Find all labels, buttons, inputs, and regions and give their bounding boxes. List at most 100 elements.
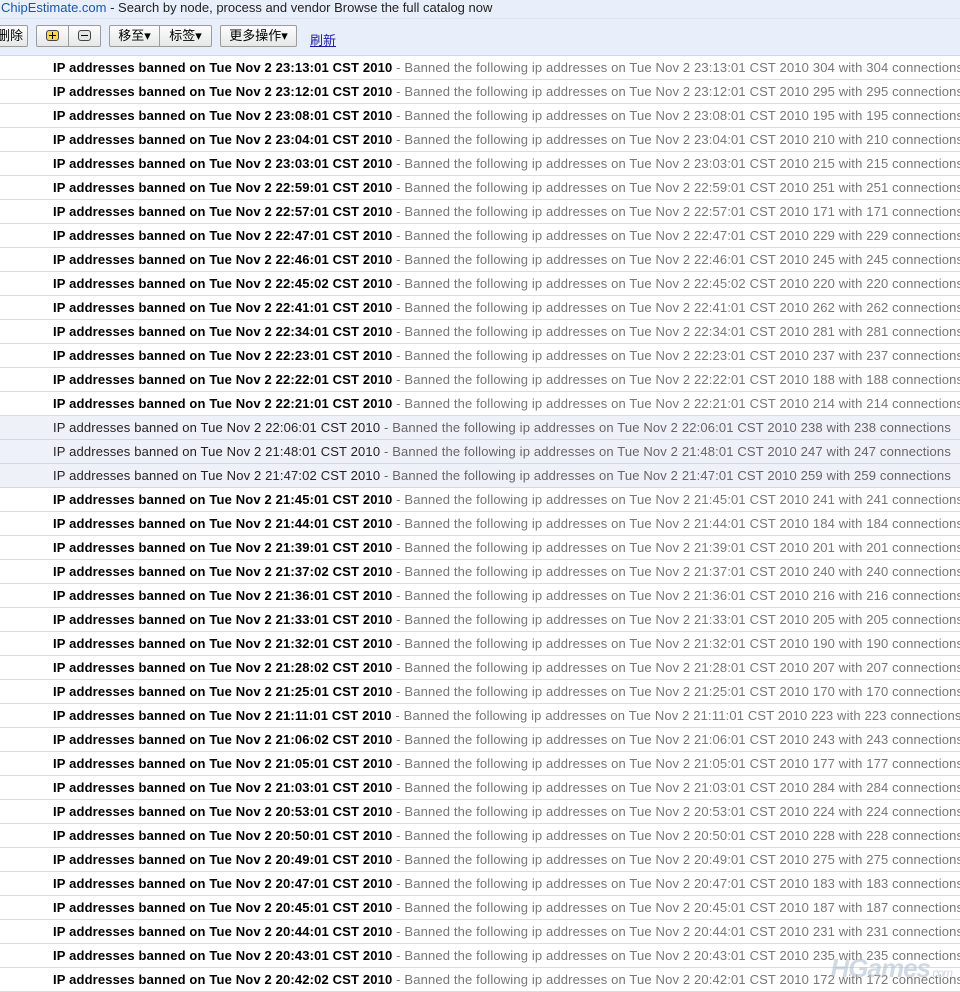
email-row[interactable]: IP addresses banned on Tue Nov 2 20:47:0… [0, 872, 960, 896]
email-subject: IP addresses banned on Tue Nov 2 21:37:0… [53, 564, 393, 579]
email-snippet: - Banned the following ip addresses on T… [392, 684, 960, 699]
email-row[interactable]: IP addresses banned on Tue Nov 2 21:45:0… [0, 488, 960, 512]
email-row[interactable]: IP addresses banned on Tue Nov 2 20:44:0… [0, 920, 960, 944]
email-snippet: - Banned the following ip addresses on T… [380, 468, 951, 483]
email-row[interactable]: IP addresses banned on Tue Nov 2 22:59:0… [0, 176, 960, 200]
email-row[interactable]: IP addresses banned on Tue Nov 2 21:44:0… [0, 512, 960, 536]
email-row[interactable]: IP addresses banned on Tue Nov 2 21:37:0… [0, 560, 960, 584]
email-row[interactable]: IP addresses banned on Tue Nov 2 21:33:0… [0, 608, 960, 632]
email-subject: IP addresses banned on Tue Nov 2 20:49:0… [53, 852, 393, 867]
email-subject: IP addresses banned on Tue Nov 2 22:45:0… [53, 276, 393, 291]
add-star-button[interactable] [36, 25, 69, 47]
email-snippet: - Banned the following ip addresses on T… [392, 180, 960, 195]
email-snippet: - Banned the following ip addresses on T… [392, 492, 960, 507]
email-subject: IP addresses banned on Tue Nov 2 21:32:0… [53, 636, 393, 651]
email-row[interactable]: IP addresses banned on Tue Nov 2 22:46:0… [0, 248, 960, 272]
email-row[interactable]: IP addresses banned on Tue Nov 2 22:41:0… [0, 296, 960, 320]
ad-link[interactable]: ChipEstimate.com [0, 0, 106, 15]
email-row[interactable]: IP addresses banned on Tue Nov 2 22:06:0… [0, 416, 960, 440]
email-snippet: - Banned the following ip addresses on T… [392, 756, 960, 771]
email-subject: IP addresses banned on Tue Nov 2 20:44:0… [53, 924, 393, 939]
email-row[interactable]: IP addresses banned on Tue Nov 2 22:23:0… [0, 344, 960, 368]
email-subject: IP addresses banned on Tue Nov 2 22:59:0… [53, 180, 393, 195]
refresh-link[interactable]: 刷新 [310, 30, 336, 49]
email-snippet: - Banned the following ip addresses on T… [392, 924, 960, 939]
email-row[interactable]: IP addresses banned on Tue Nov 2 22:45:0… [0, 272, 960, 296]
email-subject: IP addresses banned on Tue Nov 2 21:45:0… [53, 492, 393, 507]
email-snippet: - Banned the following ip addresses on T… [392, 900, 960, 915]
email-row[interactable]: IP addresses banned on Tue Nov 2 22:22:0… [0, 368, 960, 392]
add-icon [46, 30, 59, 41]
email-list: IP addresses banned on Tue Nov 2 23:13:0… [0, 56, 960, 992]
email-subject: IP addresses banned on Tue Nov 2 23:13:0… [53, 60, 393, 75]
email-row[interactable]: IP addresses banned on Tue Nov 2 20:49:0… [0, 848, 960, 872]
email-row[interactable]: IP addresses banned on Tue Nov 2 23:08:0… [0, 104, 960, 128]
email-subject: IP addresses banned on Tue Nov 2 22:47:0… [53, 228, 393, 243]
email-row[interactable]: IP addresses banned on Tue Nov 2 23:12:0… [0, 80, 960, 104]
email-row[interactable]: IP addresses banned on Tue Nov 2 20:45:0… [0, 896, 960, 920]
email-subject: IP addresses banned on Tue Nov 2 22:34:0… [53, 324, 393, 339]
email-snippet: - Banned the following ip addresses on T… [392, 660, 960, 675]
email-subject: IP addresses banned on Tue Nov 2 22:06:0… [53, 420, 381, 435]
email-row[interactable]: IP addresses banned on Tue Nov 2 23:04:0… [0, 128, 960, 152]
email-subject: IP addresses banned on Tue Nov 2 21:03:0… [53, 780, 393, 795]
email-row[interactable]: IP addresses banned on Tue Nov 2 21:28:0… [0, 656, 960, 680]
email-snippet: - Banned the following ip addresses on T… [392, 108, 960, 123]
sponsored-link-bar[interactable]: ChipEstimate.com - Search by node, proce… [0, 0, 960, 19]
email-row[interactable]: IP addresses banned on Tue Nov 2 21:06:0… [0, 728, 960, 752]
email-snippet: - Banned the following ip addresses on T… [392, 60, 960, 75]
email-snippet: - Banned the following ip addresses on T… [392, 828, 960, 843]
email-subject: IP addresses banned on Tue Nov 2 21:06:0… [53, 732, 393, 747]
move-to-button[interactable]: 移至▾ [109, 25, 160, 47]
email-subject: IP addresses banned on Tue Nov 2 21:25:0… [53, 684, 393, 699]
email-row[interactable]: IP addresses banned on Tue Nov 2 21:03:0… [0, 776, 960, 800]
email-row[interactable]: IP addresses banned on Tue Nov 2 20:50:0… [0, 824, 960, 848]
email-snippet: - Banned the following ip addresses on T… [392, 636, 960, 651]
email-row[interactable]: IP addresses banned on Tue Nov 2 21:25:0… [0, 680, 960, 704]
remove-icon [78, 30, 91, 41]
more-actions-button[interactable]: 更多操作▾ [220, 25, 297, 47]
email-row[interactable]: IP addresses banned on Tue Nov 2 22:57:0… [0, 200, 960, 224]
email-row[interactable]: IP addresses banned on Tue Nov 2 21:11:0… [0, 704, 960, 728]
email-row[interactable]: IP addresses banned on Tue Nov 2 23:13:0… [0, 56, 960, 80]
email-snippet: - Banned the following ip addresses on T… [392, 804, 960, 819]
email-snippet: - Banned the following ip addresses on T… [392, 564, 960, 579]
email-snippet: - Banned the following ip addresses on T… [392, 372, 960, 387]
email-row[interactable]: IP addresses banned on Tue Nov 2 22:47:0… [0, 224, 960, 248]
email-subject: IP addresses banned on Tue Nov 2 22:41:0… [53, 300, 393, 315]
email-row[interactable]: IP addresses banned on Tue Nov 2 21:32:0… [0, 632, 960, 656]
email-snippet: - Banned the following ip addresses on T… [392, 228, 960, 243]
toolbar: 删除 移至▾ 标签▾ 更多操作▾ 刷新 [0, 19, 960, 56]
email-row[interactable]: IP addresses banned on Tue Nov 2 22:21:0… [0, 392, 960, 416]
email-snippet: - Banned the following ip addresses on T… [392, 348, 960, 363]
email-snippet: - Banned the following ip addresses on T… [392, 612, 960, 627]
delete-button[interactable]: 删除 [0, 25, 28, 47]
email-row[interactable]: IP addresses banned on Tue Nov 2 20:43:0… [0, 944, 960, 968]
email-snippet: - Banned the following ip addresses on T… [392, 732, 960, 747]
email-snippet: - Banned the following ip addresses on T… [392, 876, 960, 891]
email-subject: IP addresses banned on Tue Nov 2 22:22:0… [53, 372, 393, 387]
email-snippet: - Banned the following ip addresses on T… [392, 540, 960, 555]
email-row[interactable]: IP addresses banned on Tue Nov 2 22:34:0… [0, 320, 960, 344]
email-snippet: - Banned the following ip addresses on T… [392, 252, 960, 267]
email-snippet: - Banned the following ip addresses on T… [380, 444, 951, 459]
email-subject: IP addresses banned on Tue Nov 2 21:44:0… [53, 516, 393, 531]
email-snippet: - Banned the following ip addresses on T… [392, 852, 960, 867]
email-subject: IP addresses banned on Tue Nov 2 22:21:0… [53, 396, 393, 411]
email-row[interactable]: IP addresses banned on Tue Nov 2 20:53:0… [0, 800, 960, 824]
remove-button[interactable] [68, 25, 101, 47]
email-subject: IP addresses banned on Tue Nov 2 22:46:0… [53, 252, 393, 267]
email-row[interactable]: IP addresses banned on Tue Nov 2 21:47:0… [0, 464, 960, 488]
email-subject: IP addresses banned on Tue Nov 2 21:48:0… [53, 444, 381, 459]
email-subject: IP addresses banned on Tue Nov 2 22:57:0… [53, 204, 393, 219]
email-row[interactable]: IP addresses banned on Tue Nov 2 21:48:0… [0, 440, 960, 464]
email-row[interactable]: IP addresses banned on Tue Nov 2 21:36:0… [0, 584, 960, 608]
email-row[interactable]: IP addresses banned on Tue Nov 2 20:42:0… [0, 968, 960, 992]
email-row[interactable]: IP addresses banned on Tue Nov 2 21:39:0… [0, 536, 960, 560]
email-row[interactable]: IP addresses banned on Tue Nov 2 21:05:0… [0, 752, 960, 776]
labels-button[interactable]: 标签▾ [159, 25, 212, 47]
email-subject: IP addresses banned on Tue Nov 2 21:33:0… [53, 612, 393, 627]
email-subject: IP addresses banned on Tue Nov 2 20:50:0… [53, 828, 393, 843]
email-snippet: - Banned the following ip addresses on T… [392, 300, 960, 315]
email-row[interactable]: IP addresses banned on Tue Nov 2 23:03:0… [0, 152, 960, 176]
